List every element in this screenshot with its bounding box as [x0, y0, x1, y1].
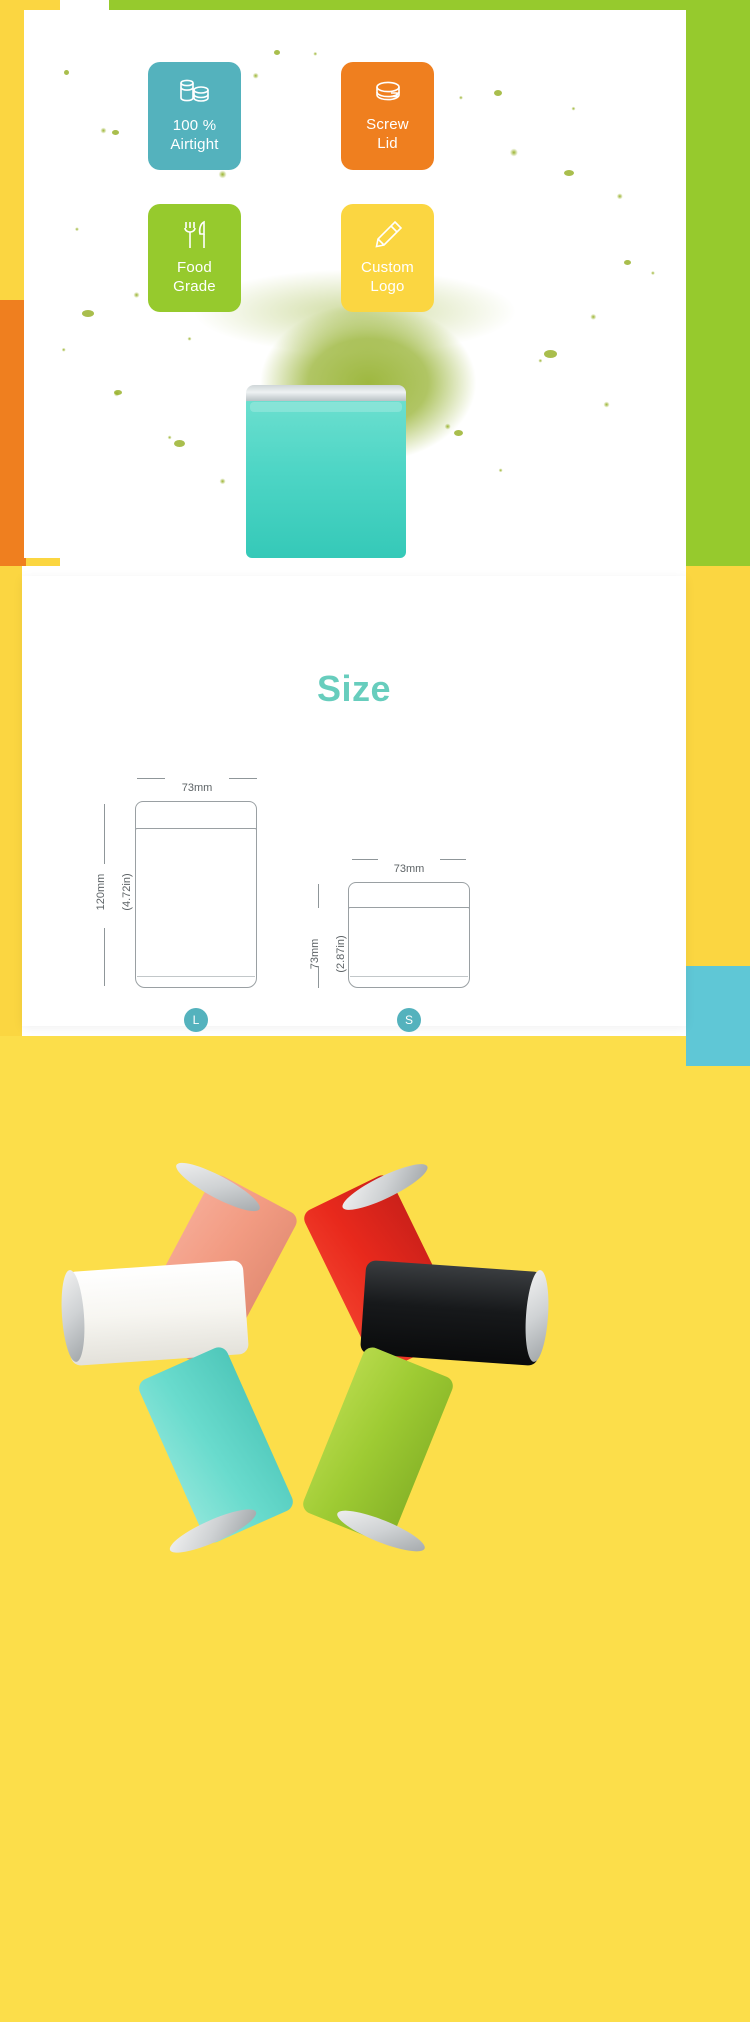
- matcha-speck: [112, 130, 119, 135]
- matcha-speck: [454, 430, 463, 436]
- decor-teal-wedge: [686, 1036, 750, 1066]
- dim-line-large-width-left: [137, 778, 165, 779]
- product-detail-page: 100 % Airtight Screw Lid Food Grade Cust…: [0, 0, 750, 2022]
- pencil-icon: [373, 220, 403, 250]
- colors-section: Coral Red Ivory Black Turquoise Green: [0, 1036, 750, 2022]
- product-jar-lid: [246, 385, 406, 401]
- decor-band-lime-right: [686, 0, 750, 566]
- size-section: Size 73mm (2.87in) 120mm (4.72in) L: [0, 566, 750, 1036]
- decor-band-yellow-right: [686, 566, 750, 966]
- large-jar-body-outline: [135, 828, 257, 988]
- matcha-speck: [114, 390, 122, 395]
- feature-badge-label: Custom Logo: [361, 259, 414, 295]
- matcha-speck: [624, 260, 631, 265]
- dim-small-width-mm: 73mm: [393, 863, 425, 875]
- dim-line-large-height-bottom: [104, 928, 105, 986]
- feature-badge-label: 100 % Airtight: [170, 117, 219, 153]
- features-section: 100 % Airtight Screw Lid Food Grade Cust…: [0, 0, 750, 566]
- size-badge-large: L: [184, 1008, 208, 1032]
- feature-badge-label: Food Grade: [173, 259, 216, 295]
- dim-line-large-height-top: [104, 804, 105, 864]
- dim-small-height-in: (2.87in): [335, 935, 347, 973]
- dim-line-large-width-right: [229, 778, 257, 779]
- fork-knife-icon: [179, 220, 211, 250]
- matcha-speck: [274, 50, 280, 55]
- can-turquoise: [135, 1344, 297, 1546]
- dim-small-height-mm: 73mm: [309, 938, 321, 970]
- product-jar-neck: [250, 402, 402, 412]
- large-jar-lid-outline: [135, 801, 257, 831]
- small-jar-lid-outline: [348, 882, 470, 910]
- large-jar-base-line: [137, 976, 255, 977]
- decor-band-yellow: [0, 566, 22, 1036]
- small-jar-base-line: [350, 976, 468, 977]
- feature-badge-airtight[interactable]: 100 % Airtight: [148, 62, 241, 170]
- screw-lid-icon: [372, 79, 404, 107]
- dim-label-small-height: 73mm (2.87in): [296, 924, 348, 984]
- feature-badge-screw-lid[interactable]: Screw Lid: [341, 62, 434, 170]
- matcha-speck: [564, 170, 574, 176]
- matcha-speck: [544, 350, 557, 358]
- matcha-speck: [64, 70, 69, 75]
- feature-badge-label: Screw Lid: [366, 116, 409, 152]
- dim-large-width-mm: 73mm: [181, 782, 213, 794]
- matcha-speck: [82, 310, 94, 317]
- feature-badge-food-grade[interactable]: Food Grade: [148, 204, 241, 312]
- size-card: Size 73mm (2.87in) 120mm (4.72in) L: [22, 576, 686, 1032]
- matcha-speck: [174, 440, 185, 447]
- dim-large-height-in: (4.72in): [121, 873, 133, 911]
- two-canisters-icon: [178, 78, 212, 108]
- dim-line-small-height-top: [318, 884, 319, 908]
- feature-badge-custom-logo[interactable]: Custom Logo: [341, 204, 434, 312]
- decor-band-teal-right: [686, 966, 750, 1036]
- matcha-speck: [494, 90, 502, 96]
- size-badge-small: S: [397, 1008, 421, 1032]
- dim-label-large-height: 120mm (4.72in): [82, 862, 134, 922]
- product-jar-photo: [246, 392, 406, 558]
- size-title: Size: [316, 668, 392, 709]
- dim-large-height-mm: 120mm: [95, 873, 107, 911]
- can-green: [300, 1344, 456, 1546]
- decor-band-orange-left: [0, 300, 26, 566]
- can-black: [359, 1259, 545, 1367]
